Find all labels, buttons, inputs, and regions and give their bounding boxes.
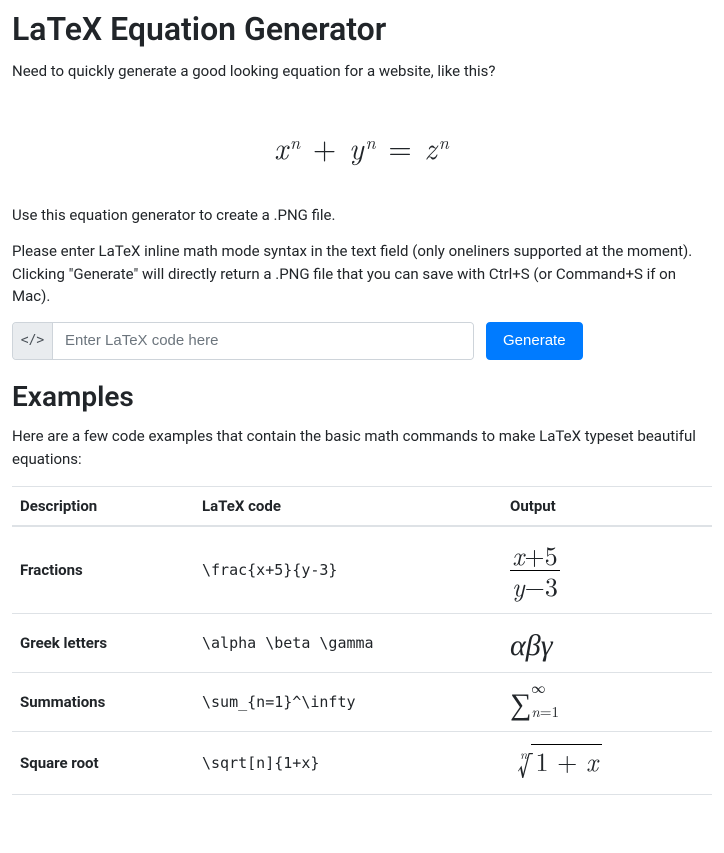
desc-cell: Square root: [12, 732, 194, 795]
table-header-row: Description LaTeX code Output: [12, 487, 712, 527]
output-cell: n √ 1 + x: [502, 732, 712, 795]
examples-heading: Examples: [12, 380, 712, 414]
col-code: LaTeX code: [194, 487, 502, 527]
latex-input[interactable]: [53, 323, 473, 359]
col-output: Output: [502, 487, 712, 527]
code-cell: \frac{x+5}{y-3}: [194, 526, 502, 613]
code-cell: \sum_{n=1}^\infty: [194, 673, 502, 732]
output-cell: x+5 y−3: [502, 526, 712, 613]
generate-button[interactable]: Generate: [486, 322, 583, 360]
output-cell: ∑ ∞ n=1: [502, 673, 712, 732]
intro-text-3: Please enter LaTeX inline math mode synt…: [12, 240, 712, 308]
input-row: </> Generate: [12, 322, 712, 360]
table-row: Summations \sum_{n=1}^\infty ∑ ∞ n=1: [12, 673, 712, 732]
col-description: Description: [12, 487, 194, 527]
examples-intro: Here are a few code examples that contai…: [12, 425, 712, 470]
code-cell: \alpha \beta \gamma: [194, 614, 502, 673]
examples-table: Description LaTeX code Output Fractions …: [12, 486, 712, 795]
output-cell: αβγ: [502, 614, 712, 673]
desc-cell: Fractions: [12, 526, 194, 613]
intro-text-1: Need to quickly generate a good looking …: [12, 60, 712, 83]
table-row: Greek letters \alpha \beta \gamma αβγ: [12, 614, 712, 673]
latex-input-group: </>: [12, 322, 474, 360]
table-row: Square root \sqrt[n]{1+x} n √ 1 + x: [12, 732, 712, 795]
desc-cell: Greek letters: [12, 614, 194, 673]
hero-equation: xn + yn = zn: [12, 97, 712, 204]
page-title: LaTeX Equation Generator: [12, 10, 712, 48]
code-cell: \sqrt[n]{1+x}: [194, 732, 502, 795]
desc-cell: Summations: [12, 673, 194, 732]
code-icon: </>: [13, 323, 53, 359]
intro-text-2: Use this equation generator to create a …: [12, 204, 712, 227]
table-row: Fractions \frac{x+5}{y-3} x+5 y−3: [12, 526, 712, 613]
